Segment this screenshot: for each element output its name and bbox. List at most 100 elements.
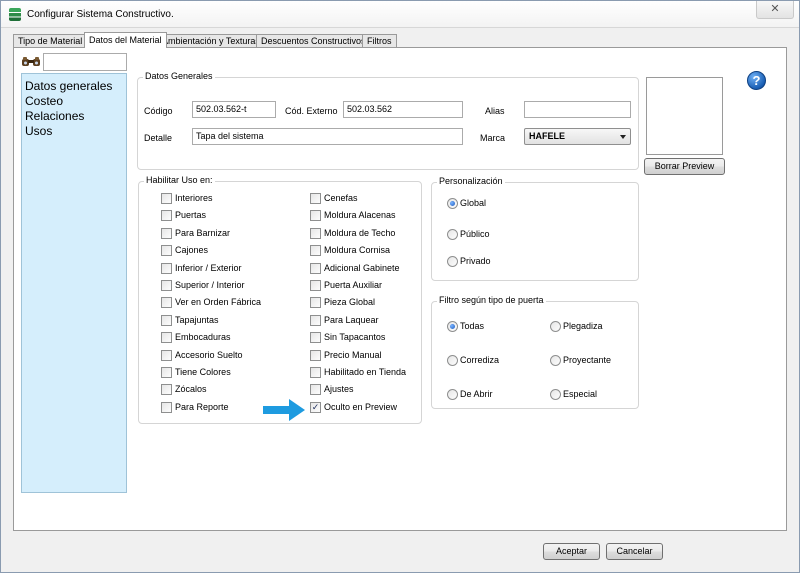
radio-label-publico: Público xyxy=(460,229,490,239)
checkbox-para-reporte[interactable] xyxy=(161,401,172,413)
checkbox-label-tiene-colores: Tiene Colores xyxy=(175,367,231,377)
detalle-field[interactable]: Tapa del sistema xyxy=(192,128,463,145)
checkbox-label-inferior-exterior: Inferior / Exterior xyxy=(175,262,242,273)
tab-tipo-de-material[interactable]: Tipo de Material xyxy=(13,34,88,47)
checkbox-ver-en-orden-fabrica[interactable] xyxy=(161,297,172,309)
radio-label-de-abrir: De Abrir xyxy=(460,389,493,399)
tab-ambientacion-y-texturas[interactable]: Ambientación y Texturas xyxy=(157,34,265,47)
checkbox-tapajuntas[interactable] xyxy=(161,314,172,326)
nav-item-usos[interactable]: Usos xyxy=(22,124,126,139)
codigo-label: Código xyxy=(144,106,173,116)
binoculars-icon[interactable] xyxy=(21,57,41,67)
radio-todas[interactable] xyxy=(447,321,458,332)
checkbox-label-puerta-auxiliar: Puerta Auxiliar xyxy=(324,280,383,290)
checkbox-label-adicional-gabinete: Adicional Gabinete xyxy=(324,262,400,273)
checkbox-oculto-en-preview[interactable]: ✓ xyxy=(310,401,321,413)
radio-label-corrediza: Corrediza xyxy=(460,355,500,365)
radio-proyectante[interactable] xyxy=(550,355,561,366)
radio-privado[interactable] xyxy=(447,256,458,267)
nav-item-relaciones[interactable]: Relaciones xyxy=(22,109,126,124)
dialog-window: Configurar Sistema Constructivo. ✕ Tipo … xyxy=(0,0,800,573)
habilitar-uso-title: Habilitar Uso en: xyxy=(144,175,215,185)
filtro-puerta-title: Filtro según tipo de puerta xyxy=(437,295,546,305)
checkbox-label-puertas: Puertas xyxy=(175,210,207,221)
checkbox-label-accesorio-suelto: Accesorio Suelto xyxy=(175,349,243,360)
marca-label: Marca xyxy=(480,133,506,143)
help-icon[interactable]: ? xyxy=(747,71,766,90)
checkbox-cenefas[interactable] xyxy=(310,193,321,204)
tab-datos-del-material[interactable]: Datos del Material xyxy=(84,32,167,48)
checkbox-label-ver-en-orden-fabrica: Ver en Orden Fábrica xyxy=(175,297,262,308)
checkbox-label-oculto-en-preview: Oculto en Preview xyxy=(324,401,398,412)
annotation-arrow-icon xyxy=(263,399,305,421)
checkbox-sin-tapacantos[interactable] xyxy=(310,332,321,344)
checkbox-adicional-gabinete[interactable] xyxy=(310,262,321,274)
checkbox-label-cajones: Cajones xyxy=(175,245,209,256)
preview-image xyxy=(646,77,723,155)
checkbox-precio-manual[interactable] xyxy=(310,349,321,361)
checkbox-inferior-exterior[interactable] xyxy=(161,262,172,274)
checkbox-label-precio-manual: Precio Manual xyxy=(324,349,382,360)
radio-global[interactable] xyxy=(447,198,458,209)
radio-label-todas: Todas xyxy=(460,321,485,331)
close-button[interactable]: ✕ xyxy=(756,1,794,19)
aceptar-button[interactable]: Aceptar xyxy=(543,543,600,560)
radio-corrediza[interactable] xyxy=(447,355,458,366)
marca-selected-value: HAFELE xyxy=(529,131,565,141)
marca-select[interactable]: HAFELE xyxy=(524,128,631,145)
checkbox-moldura-de-techo[interactable] xyxy=(310,227,321,239)
checkbox-label-habilitado-en-tienda: Habilitado en Tienda xyxy=(324,367,407,377)
checkbox-para-laquear[interactable] xyxy=(310,314,321,326)
datos-generales-title: Datos Generales xyxy=(143,71,215,81)
checkbox-label-para-laquear: Para Laquear xyxy=(324,314,379,325)
detalle-label: Detalle xyxy=(144,133,173,143)
checkbox-cajones[interactable] xyxy=(161,245,172,257)
cod-externo-label: Cód. Externo xyxy=(285,106,338,116)
tab-filtros[interactable]: Filtros xyxy=(362,34,397,47)
checkbox-label-ajustes: Ajustes xyxy=(324,384,354,395)
checkbox-label-embocaduras: Embocaduras xyxy=(175,332,231,343)
window-title: Configurar Sistema Constructivo. xyxy=(27,9,174,20)
checkbox-habilitado-en-tienda[interactable] xyxy=(310,367,321,378)
title-bar: Configurar Sistema Constructivo. ✕ xyxy=(1,1,799,28)
tab-descuentos-constructivos[interactable]: Descuentos Constructivos xyxy=(256,34,371,47)
app-icon xyxy=(9,8,21,21)
checkbox-moldura-cornisa[interactable] xyxy=(310,245,321,257)
checkbox-label-moldura-cornisa: Moldura Cornisa xyxy=(324,245,391,256)
checkbox-label-moldura-alacenas: Moldura Alacenas xyxy=(324,210,396,221)
radio-especial[interactable] xyxy=(550,389,561,400)
cancelar-button[interactable]: Cancelar xyxy=(606,543,663,560)
checkbox-interiores[interactable] xyxy=(161,193,172,204)
checkbox-label-tapajuntas: Tapajuntas xyxy=(175,314,219,325)
nav-item-datos-generales[interactable]: Datos generales xyxy=(22,79,126,94)
chevron-down-icon xyxy=(620,135,626,139)
radio-label-global: Global xyxy=(460,198,487,208)
radio-plegadiza[interactable] xyxy=(550,321,561,332)
checkbox-accesorio-suelto[interactable] xyxy=(161,349,172,361)
checkbox-para-barnizar[interactable] xyxy=(161,227,172,239)
checkbox-embocaduras[interactable] xyxy=(161,332,172,344)
checkbox-ajustes[interactable] xyxy=(310,384,321,396)
cod-externo-field[interactable]: 502.03.562 xyxy=(343,101,463,118)
borrar-preview-button[interactable]: Borrar Preview xyxy=(644,158,725,175)
checkbox-label-cenefas: Cenefas xyxy=(324,193,358,203)
search-input[interactable] xyxy=(43,53,127,71)
radio-label-privado: Privado xyxy=(460,256,491,266)
checkbox-puertas[interactable] xyxy=(161,210,172,222)
radio-label-plegadiza: Plegadiza xyxy=(563,321,603,331)
codigo-field[interactable]: 502.03.562-t xyxy=(192,101,276,118)
radio-label-especial: Especial xyxy=(563,389,598,399)
alias-field[interactable] xyxy=(524,101,631,118)
checkbox-tiene-colores[interactable] xyxy=(161,367,172,378)
checkbox-label-interiores: Interiores xyxy=(175,193,213,203)
radio-de-abrir[interactable] xyxy=(447,389,458,400)
left-navigation-list: Datos generales Costeo Relaciones Usos xyxy=(21,73,127,493)
checkbox-moldura-alacenas[interactable] xyxy=(310,210,321,222)
nav-item-costeo[interactable]: Costeo xyxy=(22,94,126,109)
checkbox-superior-interior[interactable] xyxy=(161,280,172,291)
radio-publico[interactable] xyxy=(447,229,458,240)
checkbox-zocalos[interactable] xyxy=(161,384,172,396)
datos-generales-group: Datos Generales xyxy=(137,71,639,170)
checkbox-puerta-auxiliar[interactable] xyxy=(310,280,321,291)
checkbox-pieza-global[interactable] xyxy=(310,297,321,309)
